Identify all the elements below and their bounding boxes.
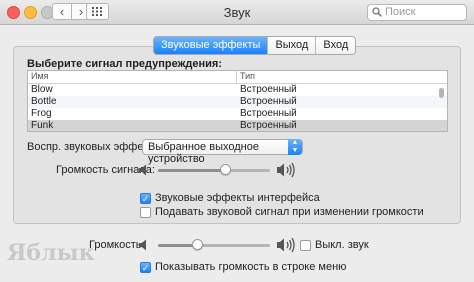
search-icon (372, 7, 382, 17)
table-scrollbar[interactable] (439, 85, 445, 129)
output-volume-thumb[interactable] (192, 239, 203, 250)
scrollbar-thumb[interactable] (439, 88, 444, 98)
search-field[interactable]: Поиск (367, 4, 467, 21)
speaker-high-icon (277, 237, 295, 253)
interface-sound-effects-label: Звуковые эффекты интерфейса (155, 192, 320, 204)
table-row[interactable]: Blow Встроенный (28, 84, 447, 96)
checkmark-icon: ✓ (141, 194, 150, 204)
row-name: Bottle (31, 96, 57, 107)
updown-arrows-icon: ▲ ▼ (288, 139, 302, 155)
volume-feedback-label: Подавать звуковой сигнал при изменении г… (155, 206, 424, 218)
speaker-low-icon (139, 164, 146, 176)
search-placeholder: Поиск (385, 6, 416, 18)
volume-label: Громкость: (89, 239, 145, 251)
tab-sound-effects[interactable]: Звуковые эффекты (154, 37, 269, 54)
table-row[interactable]: Bottle Встроенный (28, 96, 447, 108)
show-volume-in-menubar-label: Показывать громкость в строке меню (155, 261, 347, 273)
alert-volume-slider[interactable] (158, 164, 270, 175)
alert-volume-fill (158, 169, 225, 172)
row-type: Встроенный (240, 96, 297, 107)
alert-heading: Выберите сигнал предупреждения: (27, 58, 222, 70)
checkmark-icon: ✓ (141, 263, 150, 273)
interface-sound-effects-checkbox[interactable]: ✓ (140, 193, 151, 204)
tab-bar: Звуковые эффекты Выход Вход (153, 36, 357, 55)
watermark-logo: Яблык (7, 240, 95, 266)
row-name: Funk (31, 120, 54, 131)
row-type: Встроенный (240, 120, 297, 131)
volume-feedback-checkbox[interactable] (140, 207, 151, 218)
alert-sound-table: Имя Тип Blow Встроенный Bottle Встроенны… (27, 70, 448, 132)
title-bar: ‹ › Звук Поиск (0, 0, 474, 25)
table-row-selected[interactable]: Funk Встроенный (28, 120, 447, 131)
speaker-low-icon (139, 239, 146, 251)
show-volume-in-menubar-checkbox[interactable]: ✓ (140, 262, 151, 273)
tab-input[interactable]: Вход (316, 37, 356, 54)
tab-output[interactable]: Выход (268, 37, 317, 54)
alert-volume-thumb[interactable] (220, 164, 231, 175)
table-row[interactable]: Frog Встроенный (28, 108, 447, 120)
table-header: Имя Тип (28, 71, 447, 84)
output-volume-slider[interactable] (158, 239, 270, 250)
speaker-high-icon (277, 162, 295, 178)
output-device-select[interactable]: Выбранное выходное устройство ▲ ▼ (142, 139, 303, 165)
mute-label: Выкл. звук (315, 239, 369, 251)
row-type: Встроенный (240, 84, 297, 95)
column-header-type[interactable]: Тип (240, 71, 255, 81)
row-name: Frog (31, 108, 52, 119)
column-divider (236, 71, 237, 83)
mute-checkbox[interactable] (300, 240, 311, 251)
row-type: Встроенный (240, 108, 297, 119)
row-name: Blow (31, 84, 53, 95)
column-header-name[interactable]: Имя (31, 71, 49, 81)
